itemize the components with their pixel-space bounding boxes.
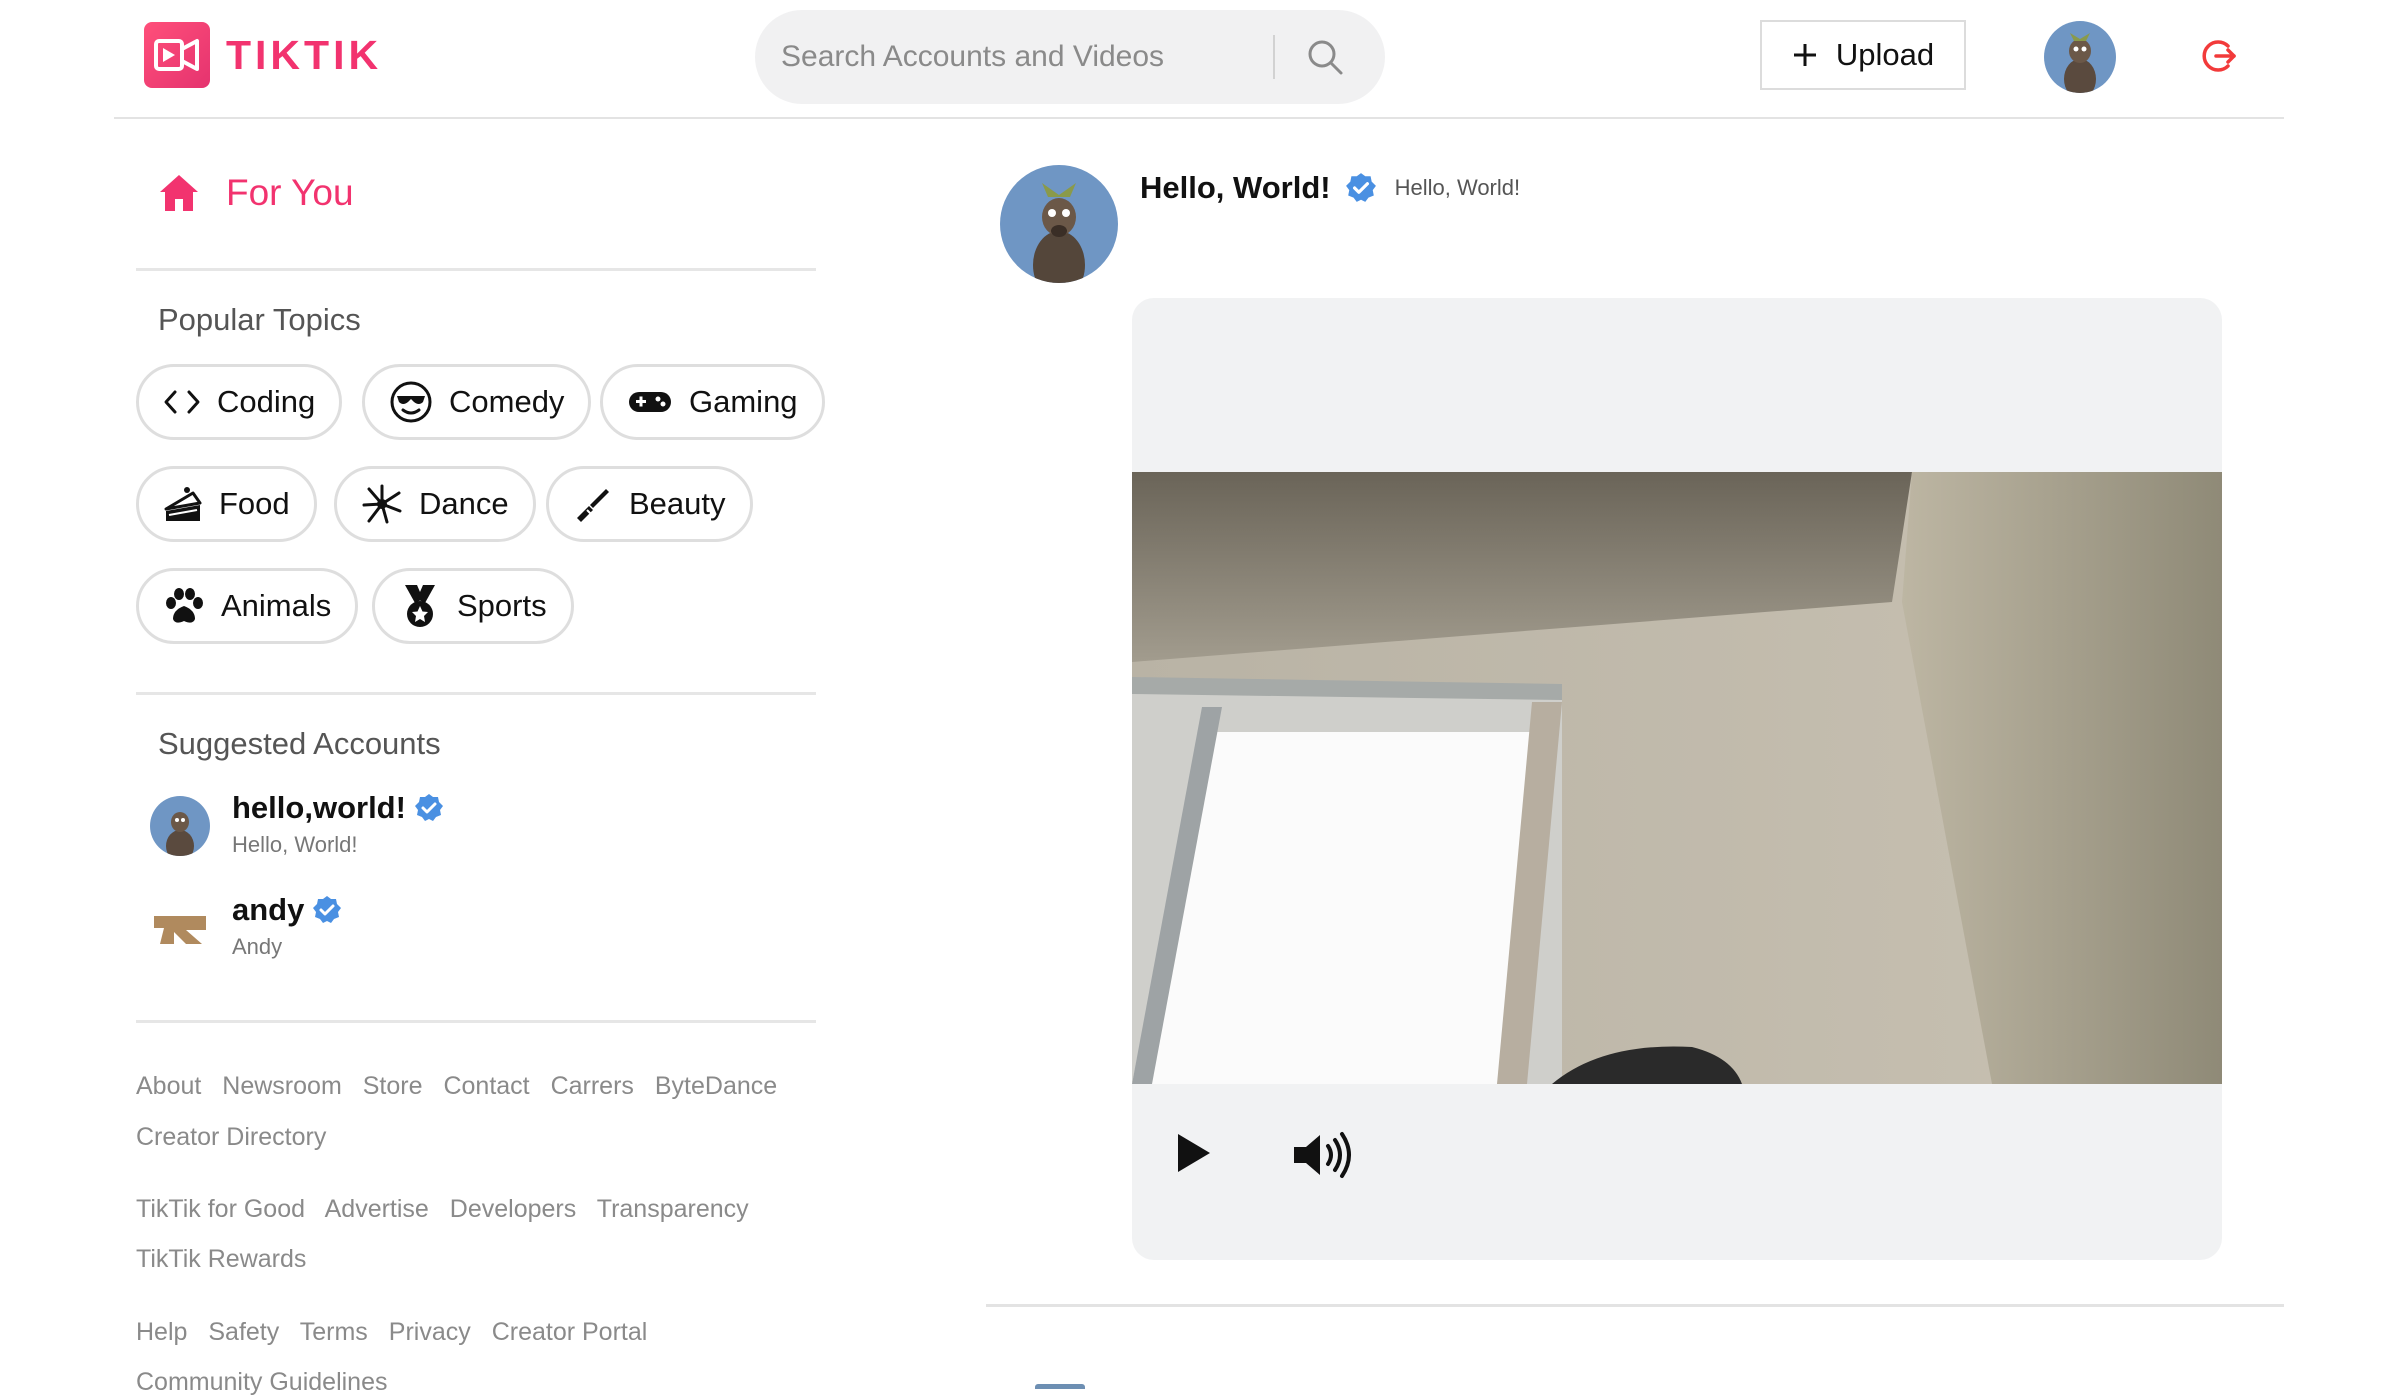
video-card — [1132, 298, 2222, 1260]
app-logo[interactable]: TIKTIK — [144, 22, 382, 88]
footer-link[interactable]: Transparency — [597, 1195, 749, 1223]
header-divider — [114, 117, 2284, 119]
account-username: andy — [232, 892, 342, 928]
topic-dance[interactable]: Dance — [334, 466, 536, 542]
video-logo-icon — [144, 22, 210, 88]
avatar — [150, 898, 210, 958]
search-icon — [1308, 40, 1343, 75]
footer-link[interactable]: Help — [136, 1318, 187, 1346]
top-navbar: TIKTIK Upload — [0, 0, 2392, 120]
post-author-display-name: Hello, World! — [1394, 175, 1521, 200]
footer-links-row: Creator Directory — [136, 1123, 340, 1152]
footer-link[interactable]: Developers — [450, 1195, 576, 1223]
account-display-name: Andy — [232, 934, 283, 959]
popular-topics-title: Popular Topics — [158, 302, 361, 337]
code-icon — [164, 390, 200, 414]
search-input[interactable] — [779, 39, 1273, 75]
paw-icon — [166, 588, 203, 623]
suggested-account-andy[interactable]: andy Andy — [150, 892, 342, 960]
topic-food[interactable]: Food — [136, 466, 317, 542]
post-header: Hello, World! Hello, World! — [1140, 170, 1520, 206]
sidebar-divider — [136, 268, 816, 271]
topic-label: Comedy — [449, 384, 565, 419]
logout-icon — [2202, 40, 2236, 72]
topic-label: Dance — [419, 486, 509, 521]
app-name: TIKTIK — [226, 31, 383, 78]
suggested-accounts-title: Suggested Accounts — [158, 726, 441, 761]
footer-link[interactable]: Privacy — [389, 1318, 471, 1346]
sidebar-divider — [136, 692, 816, 695]
footer-link[interactable]: Store — [363, 1072, 423, 1100]
lipstick-icon — [577, 489, 609, 522]
topic-label: Beauty — [629, 486, 726, 521]
for-you-label: For You — [226, 172, 354, 213]
footer-link[interactable]: Community Guidelines — [136, 1368, 388, 1396]
volume-button[interactable] — [1290, 1130, 1360, 1180]
post-author-avatar[interactable] — [1000, 165, 1118, 283]
topic-label: Sports — [457, 588, 547, 623]
footer-link[interactable]: Newsroom — [222, 1072, 341, 1100]
logout-button[interactable] — [2198, 36, 2238, 76]
footer-link[interactable]: TikTik Rewards — [136, 1245, 306, 1273]
post-author-name[interactable]: Hello, World! — [1140, 170, 1331, 206]
footer-link[interactable]: TikTik for Good — [136, 1195, 305, 1223]
topic-comedy[interactable]: Comedy — [362, 364, 592, 440]
upload-button[interactable]: Upload — [1760, 20, 1966, 90]
suggested-account-hello-world[interactable]: hello,world! Hello, World! — [150, 790, 444, 858]
play-icon — [1178, 1134, 1210, 1172]
account-username: hello,world! — [232, 790, 444, 826]
footer-links-row: About Newsroom Store Contact Carrers Byt… — [136, 1072, 791, 1101]
footer-link[interactable]: About — [136, 1072, 201, 1100]
footer-link[interactable]: Safety — [208, 1318, 279, 1346]
search-bar — [755, 10, 1385, 104]
topic-animals[interactable]: Animals — [136, 568, 359, 644]
avatar — [150, 796, 210, 856]
sidebar-divider — [136, 1020, 816, 1023]
plus-icon — [1793, 44, 1816, 66]
verified-icon — [414, 794, 443, 821]
avatar[interactable] — [2044, 21, 2116, 93]
topic-coding[interactable]: Coding — [136, 364, 343, 440]
footer-link[interactable]: Terms — [300, 1318, 368, 1346]
footer-links-row: Community Guidelines — [136, 1368, 402, 1397]
topic-label: Food — [219, 486, 290, 521]
footer-links-row: TikTik Rewards — [136, 1245, 320, 1274]
footer-link[interactable]: Carrers — [551, 1072, 634, 1100]
upload-label: Upload — [1835, 37, 1935, 72]
sidebar-item-for-you[interactable]: For You — [158, 172, 354, 214]
footer-link[interactable]: Creator Portal — [492, 1318, 648, 1346]
account-display-name: Hello, World! — [232, 832, 358, 857]
topic-label: Animals — [221, 588, 332, 623]
feed-divider — [986, 1304, 2284, 1307]
topic-gaming[interactable]: Gaming — [600, 364, 825, 440]
gamepad-icon — [629, 392, 671, 412]
topic-label: Coding — [217, 384, 316, 419]
video-player[interactable] — [1132, 472, 2222, 1084]
sunglasses-face-icon — [390, 381, 432, 423]
verified-icon — [1345, 173, 1376, 202]
play-button[interactable] — [1168, 1128, 1218, 1178]
footer-links-row: Help Safety Terms Privacy Creator Portal — [136, 1318, 661, 1347]
home-icon — [160, 175, 198, 211]
search-button[interactable] — [1275, 10, 1375, 104]
footer-link[interactable]: Contact — [443, 1072, 529, 1100]
footer-link[interactable]: Advertise — [325, 1195, 429, 1223]
cake-icon — [164, 487, 202, 521]
topic-beauty[interactable]: Beauty — [546, 466, 753, 542]
footer-link[interactable]: ByteDance — [655, 1072, 777, 1100]
dancer-icon — [362, 484, 402, 524]
topic-sports[interactable]: Sports — [372, 568, 574, 644]
footer-link[interactable]: Creator Directory — [136, 1123, 326, 1151]
volume-icon — [1294, 1132, 1351, 1178]
topic-label: Gaming — [689, 384, 798, 419]
next-post-avatar — [1035, 1384, 1085, 1389]
medal-icon — [405, 585, 435, 627]
footer-links-row: TikTik for Good Advertise Developers Tra… — [136, 1195, 763, 1224]
verified-icon — [313, 896, 342, 923]
